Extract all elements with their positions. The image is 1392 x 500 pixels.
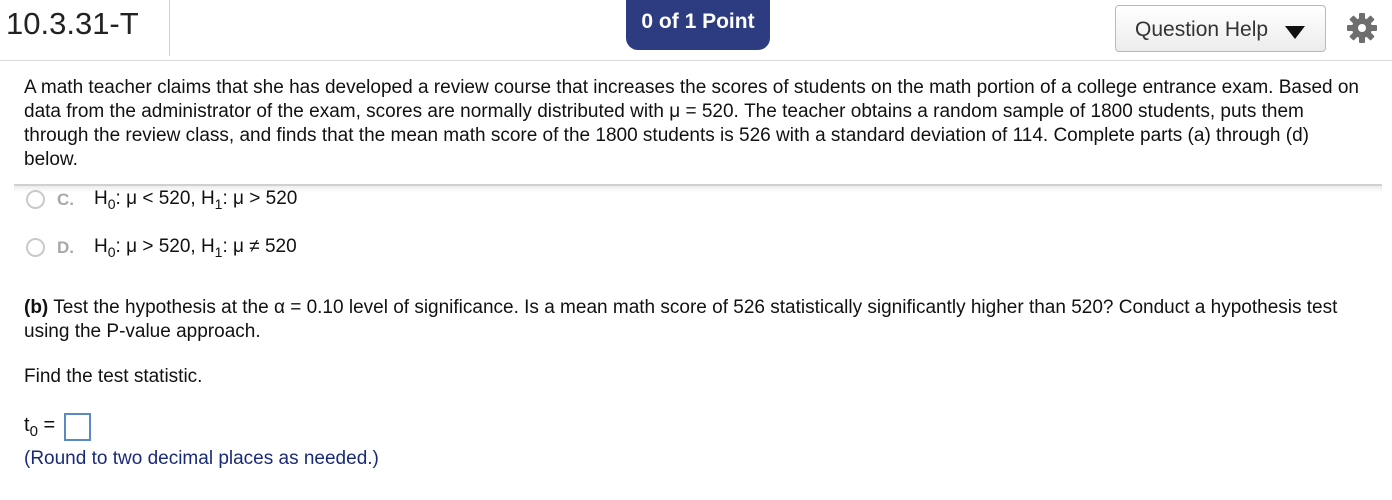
part-b-label: (b) <box>24 297 49 318</box>
option-letter: D. <box>57 238 74 257</box>
caret-down-icon <box>1285 26 1305 39</box>
rounding-note: (Round to two decimal places as needed.) <box>24 448 379 469</box>
find-test-statistic: Find the test statistic. <box>24 366 203 387</box>
question-help-label: Question Help <box>1135 18 1269 41</box>
option-text: H0: μ < 520, H1: μ > 520 <box>94 188 298 212</box>
radio-button[interactable] <box>26 190 45 209</box>
header-rule <box>0 60 1392 61</box>
option-letter: C. <box>57 190 74 209</box>
question-prompt: A math teacher claims that she has devel… <box>24 77 1359 170</box>
gear-icon[interactable] <box>1346 12 1378 44</box>
option-text: H0: μ > 520, H1: μ ≠ 520 <box>94 236 297 260</box>
test-statistic-input[interactable] <box>64 413 91 441</box>
points-badge: 0 of 1 Point <box>626 0 770 50</box>
question-id: 10.3.31-T <box>6 6 139 41</box>
radio-button[interactable] <box>26 238 45 257</box>
header-divider <box>169 0 170 56</box>
part-b-instructions: (b) Test the hypothesis at the α = 0.10 … <box>24 296 1364 344</box>
question-header: 10.3.31-T 0 of 1 Point Question Help <box>0 0 1392 66</box>
part-b-text: Test the hypothesis at the α = 0.10 leve… <box>24 297 1338 342</box>
test-statistic-label: t0 = <box>24 414 56 440</box>
question-help-button[interactable]: Question Help <box>1115 5 1326 52</box>
